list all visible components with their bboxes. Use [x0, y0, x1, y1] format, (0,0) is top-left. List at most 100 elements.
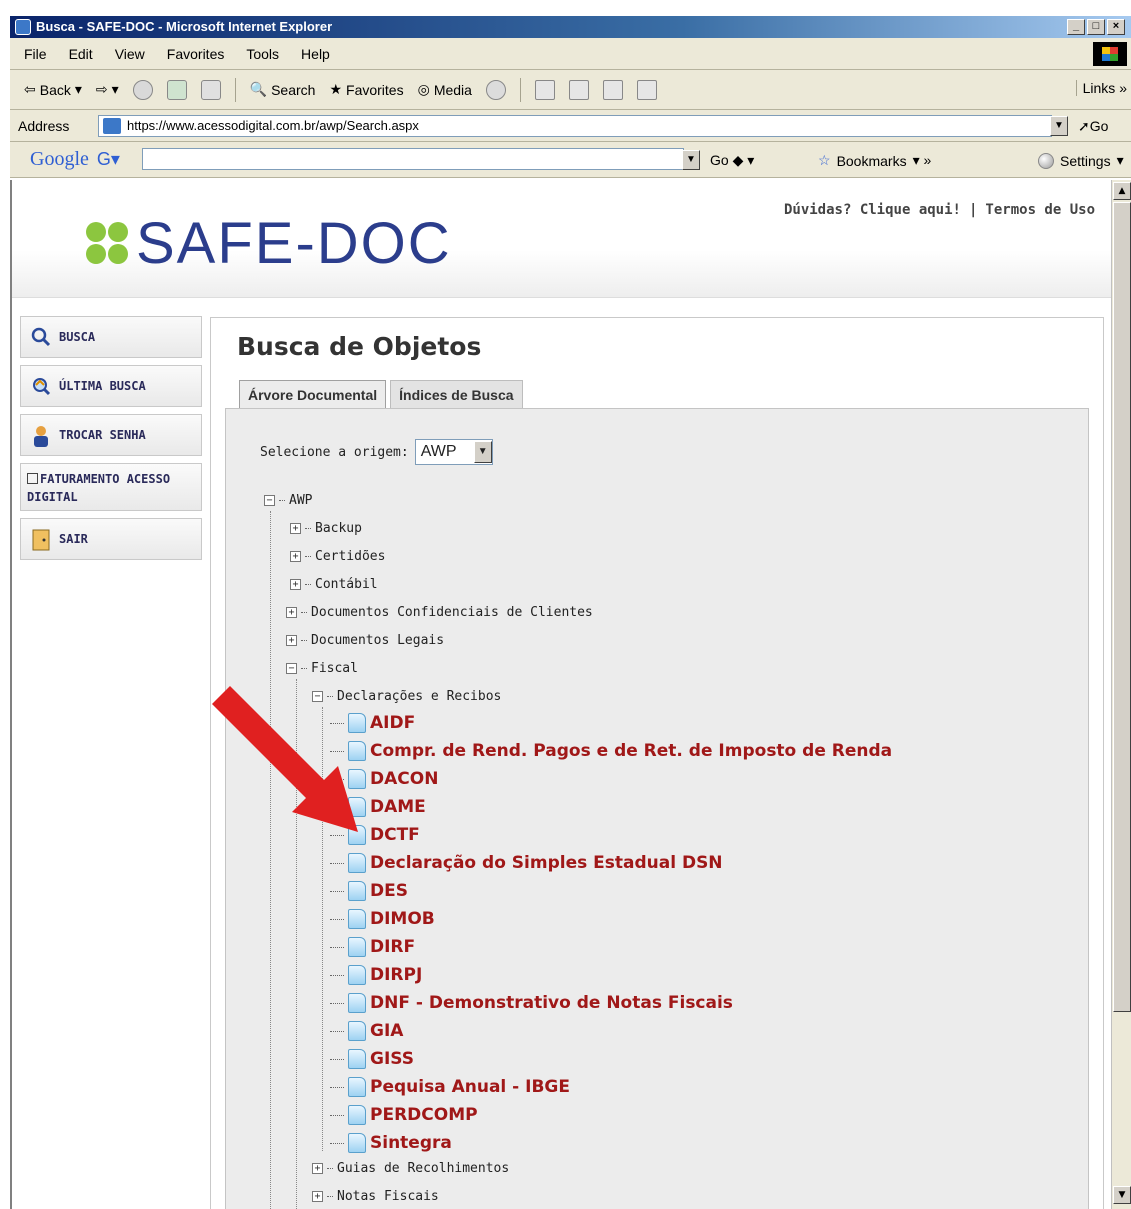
sidebar-item-faturamento[interactable]: FATURAMENTO ACESSO DIGITAL	[20, 463, 202, 511]
favorites-button[interactable]: ★ Favorites	[329, 81, 403, 98]
back-button[interactable]: ⇦ Back ▾	[24, 81, 82, 98]
bookmarks-label: Bookmarks	[836, 152, 907, 169]
address-input[interactable]: https://www.acessodigital.com.br/awp/Sea…	[98, 115, 1052, 137]
checkbox-icon	[27, 473, 38, 484]
search-button[interactable]: 🔍 Search	[250, 81, 316, 98]
google-go-button[interactable]: Go ◆ ▾	[710, 152, 754, 169]
edit-icon[interactable]	[602, 79, 623, 100]
print-icon[interactable]	[568, 79, 589, 100]
tree-leaf-giss[interactable]: GISS	[330, 1049, 414, 1069]
google-go-label: Go	[710, 152, 729, 168]
tree-leaf-dirf[interactable]: DIRF	[330, 937, 415, 957]
media-button[interactable]: ◎ Media	[418, 81, 472, 98]
tree-leaf-label: GIA	[370, 1021, 404, 1041]
close-button[interactable]: ×	[1107, 19, 1125, 35]
origin-value: AWP	[420, 443, 457, 460]
tree-node-root[interactable]: − AWP	[264, 493, 312, 508]
tab-arvore-documental[interactable]: Árvore Documental	[239, 380, 387, 408]
tree-node-documentos-confidenciais[interactable]: + Documentos Confidenciais de Clientes	[286, 605, 593, 620]
mail-icon[interactable]	[534, 79, 555, 100]
google-search-input[interactable]	[142, 148, 684, 170]
menu-tools[interactable]: Tools	[246, 46, 279, 62]
tree-node-guias[interactable]: + Guias de Recolhimentos	[312, 1161, 509, 1176]
minimize-button[interactable]: _	[1067, 19, 1085, 35]
tree-node-label: Notas Fiscais	[337, 1189, 439, 1204]
scroll-down-arrow-icon[interactable]: ▼	[1113, 1186, 1131, 1204]
expand-icon[interactable]: +	[290, 551, 301, 562]
tab-bar: Árvore Documental Índices de Busca	[239, 380, 523, 408]
search-icon: 🔍	[249, 81, 268, 97]
sidebar-item-trocar-senha[interactable]: TROCAR SENHA	[20, 414, 202, 456]
tree-leaf-dnf[interactable]: DNF - Demonstrativo de Notas Fiscais	[330, 993, 733, 1013]
document-icon	[348, 1077, 366, 1097]
sidebar-item-busca[interactable]: BUSCA	[20, 316, 202, 358]
sidebar-item-sair[interactable]: SAIR	[20, 518, 202, 560]
links-button[interactable]: Links »	[1075, 80, 1127, 96]
favorites-icon: ★	[329, 81, 343, 97]
tree-leaf-compr-rend[interactable]: Compr. de Rend. Pagos e de Ret. de Impos…	[330, 741, 892, 761]
tree-leaf-dirpj[interactable]: DIRPJ	[330, 965, 422, 985]
help-link[interactable]: Dúvidas? Clique aqui!	[784, 202, 961, 218]
tree-node-backup[interactable]: + Backup	[290, 521, 362, 536]
tree-node-contabil[interactable]: + Contábil	[290, 577, 378, 592]
home-icon[interactable]	[200, 79, 221, 100]
origin-select[interactable]: AWP ▼	[414, 439, 493, 465]
terms-link[interactable]: Termos de Uso	[985, 202, 1095, 218]
refresh-icon[interactable]	[166, 79, 187, 100]
scrollbar-thumb[interactable]	[1113, 202, 1131, 1012]
tree-node-notas-fiscais[interactable]: + Notas Fiscais	[312, 1189, 439, 1204]
expand-icon[interactable]: +	[312, 1163, 323, 1174]
address-dropdown-arrow[interactable]: ▼	[1050, 116, 1068, 136]
tab-indices-de-busca[interactable]: Índices de Busca	[390, 380, 523, 408]
menu-edit[interactable]: Edit	[69, 46, 93, 62]
tree-leaf-dimob[interactable]: DIMOB	[330, 909, 435, 929]
tree-node-label: Documentos Confidenciais de Clientes	[311, 605, 593, 620]
expand-icon[interactable]: +	[312, 1191, 323, 1202]
expand-icon[interactable]: +	[286, 607, 297, 618]
collapse-icon[interactable]: −	[264, 495, 275, 506]
scroll-up-arrow-icon[interactable]: ▲	[1113, 182, 1131, 200]
tree-leaf-label: PERDCOMP	[370, 1105, 478, 1125]
history-icon[interactable]	[485, 79, 506, 100]
back-arrow-icon: ⇦	[24, 81, 36, 97]
stop-icon[interactable]	[132, 79, 153, 100]
tree-leaf-gia[interactable]: GIA	[330, 1021, 403, 1041]
google-logo: Google	[30, 148, 89, 170]
bookmarks-button[interactable]: ☆ Bookmarks ▾ »	[818, 152, 931, 169]
tree-leaf-perdcomp[interactable]: PERDCOMP	[330, 1105, 478, 1125]
safe-doc-logo: SAFE-DOC	[86, 210, 452, 277]
forward-button[interactable]: ⇨ ▾	[96, 81, 119, 98]
expand-icon[interactable]: +	[290, 579, 301, 590]
menu-file[interactable]: File	[24, 46, 47, 62]
sidebar-item-ultima-busca[interactable]: ÚLTIMA BUSCA	[20, 365, 202, 407]
tree-leaf-dsn[interactable]: Declaração do Simples Estadual DSN	[330, 853, 723, 873]
vertical-scrollbar[interactable]: ▲ ▼	[1111, 180, 1131, 1209]
tree-leaf-sintegra[interactable]: Sintegra	[330, 1133, 452, 1153]
menu-bar: File Edit View Favorites Tools Help	[10, 38, 1131, 70]
tree-node-documentos-legais[interactable]: + Documentos Legais	[286, 633, 444, 648]
tree-node-fiscal[interactable]: − Fiscal	[286, 661, 358, 676]
google-search-dropdown[interactable]: ▼	[682, 150, 700, 170]
menu-help[interactable]: Help	[301, 46, 330, 62]
address-label: Address	[18, 117, 70, 134]
link-separator: |	[968, 202, 978, 218]
expand-icon[interactable]: +	[290, 523, 301, 534]
tree-leaf-label: DIRPJ	[370, 965, 423, 985]
google-g-menu[interactable]: G▾	[97, 149, 120, 170]
tree-leaf-ibge[interactable]: Pequisa Anual - IBGE	[330, 1077, 570, 1097]
maximize-button[interactable]: □	[1087, 19, 1105, 35]
origin-label: Selecione a origem:	[260, 444, 409, 460]
menu-favorites[interactable]: Favorites	[167, 46, 225, 62]
tree-node-certidoes[interactable]: + Certidões	[290, 549, 385, 564]
collapse-icon[interactable]: −	[286, 663, 297, 674]
tree-leaf-des[interactable]: DES	[330, 881, 408, 901]
tree-leaf-label: Sintegra	[370, 1133, 452, 1153]
chevron-down-icon[interactable]: ▼	[473, 441, 492, 463]
discuss-icon[interactable]	[636, 79, 657, 100]
settings-label: Settings	[1060, 152, 1111, 169]
settings-button[interactable]: Settings ▾	[1038, 152, 1124, 169]
window-title-bar: Busca - SAFE-DOC - Microsoft Internet Ex…	[10, 16, 1131, 38]
expand-icon[interactable]: +	[286, 635, 297, 646]
menu-view[interactable]: View	[115, 46, 145, 62]
go-button[interactable]: ➚Go	[1078, 118, 1108, 135]
